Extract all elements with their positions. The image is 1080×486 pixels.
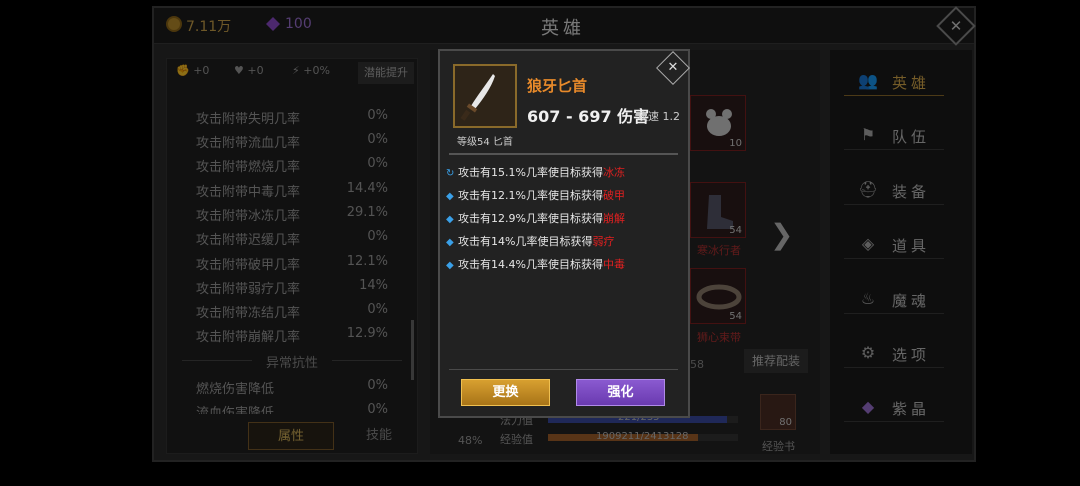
potential-boost-button[interactable]: 潜能提升: [358, 62, 414, 84]
boost-speed: ⚡ +0%: [292, 64, 330, 77]
heart-icon: ♥: [234, 64, 244, 77]
item-attack-speed: 攻速 1.2: [637, 110, 680, 123]
effect-line: ↻ 攻击有15.1%几率使目标获得冰冻: [446, 166, 625, 179]
effect-line: ◆ 攻击有12.9%几率使目标获得崩解: [446, 212, 625, 225]
equipment-slot-belt[interactable]: 54: [690, 268, 746, 324]
side-value: 58: [690, 358, 704, 371]
stat-row: 攻击附带崩解几率 12.9%: [196, 326, 388, 345]
slot-count: 10: [729, 138, 742, 149]
stat-row: 燃烧伤害降低 0%: [196, 378, 388, 397]
item-name: 狼牙匕首: [527, 77, 588, 95]
bag-icon: ◈: [861, 234, 875, 253]
equipment-slot[interactable]: 10: [690, 95, 746, 151]
exp-value: 1909211/2413128: [596, 431, 689, 442]
close-icon: ✕: [949, 17, 963, 35]
item-icon: [453, 64, 517, 128]
close-icon: ✕: [667, 59, 679, 75]
item-level: 等级54 匕首: [457, 137, 513, 148]
menu-item-crystal[interactable]: ◆ 紫晶: [844, 392, 944, 422]
exp-book-item[interactable]: 80: [760, 394, 796, 430]
dagger-icon: [460, 74, 495, 121]
menu-item-items[interactable]: ◈ 道具: [844, 229, 944, 259]
scrollbar[interactable]: [411, 320, 414, 380]
lightning-icon: ⚡: [292, 64, 300, 77]
diamond-icon: ◆: [446, 214, 454, 225]
slot-count: 54: [729, 225, 742, 236]
effect-line: ◆ 攻击有12.1%几率使目标获得破甲: [446, 189, 625, 202]
stat-row: 攻击附带冰冻几率 29.1%: [196, 205, 388, 224]
stat-row: 攻击附带弱疗几率 14%: [196, 278, 388, 297]
stat-row: 攻击附带燃烧几率 0%: [196, 156, 388, 175]
next-arrow-icon[interactable]: ❯: [770, 218, 793, 251]
gem-amount: 100: [285, 16, 312, 32]
slot-name: 狮心束带: [697, 331, 741, 344]
tab-skills[interactable]: 技能: [336, 422, 422, 450]
menu-item-options[interactable]: ⚙ 选项: [844, 338, 944, 368]
stat-row: 攻击附带中毒几率 14.4%: [196, 181, 388, 200]
stat-row: 流血伤害降低 0%: [196, 402, 388, 414]
flame-icon: ♨: [860, 289, 876, 308]
stat-row: 攻击附带流血几率 0%: [196, 132, 388, 151]
fist-icon: ✊: [176, 64, 190, 77]
boost-health: ♥ +0: [234, 64, 264, 77]
menu-item-hero[interactable]: 👥 英雄: [844, 66, 944, 96]
gear-icon: ⚙: [860, 343, 876, 362]
page-title: 英雄: [541, 18, 585, 39]
helmet-icon: ⛑: [858, 180, 879, 199]
diamond-icon: ◆: [446, 260, 454, 271]
effect-line: ◆ 攻击有14.4%几率使目标获得中毒: [446, 258, 625, 271]
equipment-slot-boots[interactable]: 54: [690, 182, 746, 238]
hero-icon: 👥: [858, 71, 878, 90]
crystal-icon: ◆: [861, 397, 875, 416]
item-damage: 607 - 697 伤害: [527, 107, 650, 126]
book-count: 80: [779, 417, 792, 428]
tab-attributes[interactable]: 属性: [248, 422, 334, 450]
replace-button[interactable]: 更换: [461, 379, 550, 406]
exp-book-label: 经验书: [762, 440, 795, 453]
boost-attack: ✊ +0: [176, 64, 210, 77]
percent-label: 48%: [458, 434, 483, 447]
slot-count: 54: [729, 311, 742, 322]
stat-row: 攻击附带迟缓几率 0%: [196, 229, 388, 248]
exp-label: 经验值: [500, 433, 533, 446]
upgrade-button[interactable]: 强化: [576, 379, 665, 406]
stat-row: 攻击附带破甲几率 12.1%: [196, 254, 388, 273]
gold-coin-icon: [166, 16, 182, 32]
divider: [449, 369, 678, 370]
gem-icon: [266, 17, 280, 31]
boost-row: ✊ +0 ♥ +0 ⚡ +0% 潜能提升: [172, 62, 414, 86]
divider: [449, 153, 678, 155]
menu-item-soul[interactable]: ♨ 魔魂: [844, 284, 944, 314]
flag-icon: ⚑: [860, 125, 876, 144]
slot-name: 寒冰行者: [697, 244, 741, 257]
effect-line: ◆ 攻击有14%几率使目标获得弱疗: [446, 235, 615, 248]
menu-item-team[interactable]: ⚑ 队伍: [844, 120, 944, 150]
stat-row: 攻击附带失明几率 0%: [196, 108, 388, 127]
diamond-icon: ◆: [446, 237, 454, 248]
section-title-resist: 异常抗性: [182, 352, 402, 371]
stat-row: 攻击附带冻结几率 0%: [196, 302, 388, 321]
refresh-icon: ↻: [446, 168, 455, 179]
gold-amount: 7.11万: [186, 19, 232, 35]
recommend-loadout-button[interactable]: 推荐配装: [744, 349, 808, 373]
diamond-icon: ◆: [446, 191, 454, 202]
menu-item-equipment[interactable]: ⛑ 装备: [844, 175, 944, 205]
